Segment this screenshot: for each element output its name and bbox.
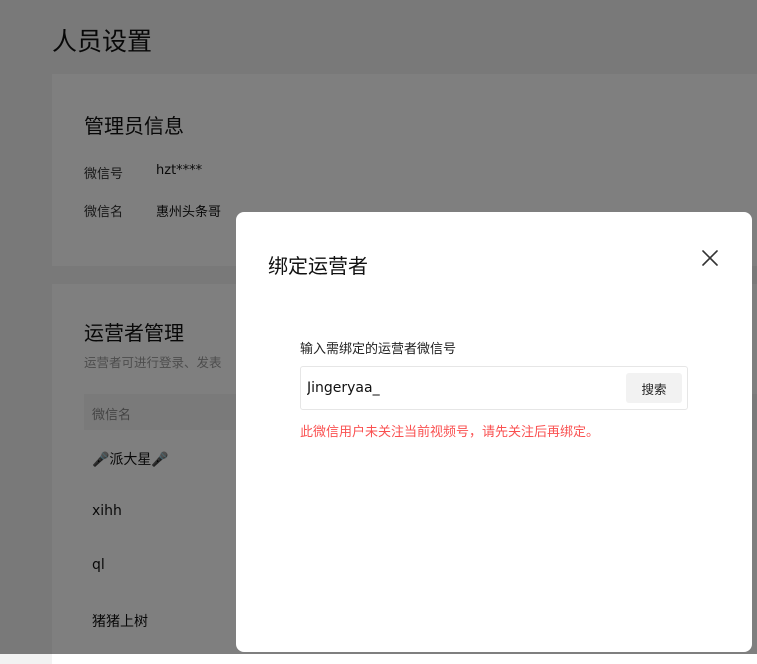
close-icon[interactable] [698, 246, 722, 270]
wechat-id-input-box: 搜索 [300, 366, 688, 410]
search-button[interactable]: 搜索 [626, 373, 682, 403]
bind-operator-dialog: 绑定运营者 输入需绑定的运营者微信号 搜索 此微信用户未关注当前视频号，请先关注… [236, 212, 752, 652]
dialog-title: 绑定运营者 [268, 254, 368, 278]
wechat-id-input[interactable] [307, 377, 617, 399]
input-label: 输入需绑定的运营者微信号 [300, 342, 457, 357]
error-message: 此微信用户未关注当前视频号，请先关注后再绑定。 [300, 425, 600, 440]
